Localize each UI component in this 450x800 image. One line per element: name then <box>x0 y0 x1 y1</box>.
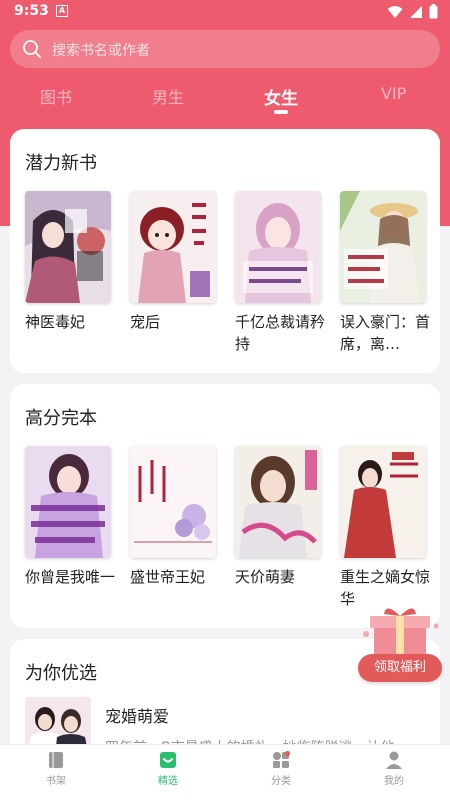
book-cover[interactable] <box>130 446 216 558</box>
tab-active-indicator <box>274 110 288 114</box>
bookshelf-icon <box>49 752 63 768</box>
book-cover[interactable] <box>340 446 426 558</box>
nav-label: 分类 <box>271 776 291 787</box>
wifi-icon <box>387 5 403 18</box>
nav-featured[interactable]: 精选 <box>138 749 198 787</box>
tab-male[interactable]: 男生 <box>152 84 184 108</box>
book-cover[interactable] <box>235 191 321 303</box>
tab-vip[interactable]: VIP <box>381 84 406 103</box>
nav-label: 书架 <box>46 776 66 787</box>
bottom-nav: 书架 精选 分类 我的 <box>0 744 450 800</box>
search-input[interactable]: 搜索书名或作者 <box>52 40 150 60</box>
nav-profile[interactable]: 我的 <box>364 749 424 787</box>
section-title: 高分完本 <box>25 408 97 429</box>
nav-category[interactable]: 分类 <box>251 749 311 787</box>
featured-icon <box>160 752 176 768</box>
new-badge-dot <box>285 751 290 756</box>
book-title: 宠后 <box>130 313 161 331</box>
book-cover[interactable] <box>235 446 321 558</box>
book-title: 误入豪门：首席，离… <box>340 313 431 353</box>
nav-bookshelf[interactable]: 书架 <box>26 749 86 787</box>
nav-label: 精选 <box>158 776 178 787</box>
claim-benefit-button[interactable]: 领取福利 <box>358 654 442 682</box>
book-cover[interactable] <box>25 446 111 558</box>
book-title: 天价萌妻 <box>235 568 296 586</box>
book-cover[interactable] <box>340 191 426 303</box>
signal-icon <box>410 5 422 18</box>
search-icon <box>23 40 41 58</box>
tab-books[interactable]: 图书 <box>40 84 72 108</box>
section-high-score-completed: 高分完本 你曾是我唯一 盛世帝王妃 天价萌妻 重生之嫡女惊华 <box>10 384 440 628</box>
book-title: 盛世帝王妃 <box>130 568 206 586</box>
section-potential-new-books: 潜力新书 神医毒妃 宠后 千亿总裁请矜持 误入豪门：首席，离… <box>10 129 440 373</box>
book-title: 神医毒妃 <box>25 313 86 331</box>
profile-icon <box>386 751 402 769</box>
tab-female[interactable]: 女生 <box>264 84 298 109</box>
book-title[interactable]: 宠婚萌爱 <box>105 703 169 727</box>
status-time: 9:53 <box>14 3 49 19</box>
search-bar[interactable]: 搜索书名或作者 <box>10 30 440 68</box>
section-title: 为你优选 <box>25 663 97 684</box>
category-tabs: 图书 男生 女生 VIP <box>0 82 450 118</box>
battery-icon <box>429 4 438 19</box>
status-icons <box>387 4 438 19</box>
book-title: 千亿总裁请矜持 <box>235 313 326 353</box>
status-bar: 9:53 A <box>0 0 450 24</box>
book-cover[interactable] <box>130 191 216 303</box>
nav-label: 我的 <box>384 776 404 787</box>
book-cover[interactable] <box>25 191 111 303</box>
section-title: 潜力新书 <box>25 153 97 174</box>
book-title: 你曾是我唯一 <box>25 568 116 586</box>
notification-badge: A <box>56 5 68 17</box>
